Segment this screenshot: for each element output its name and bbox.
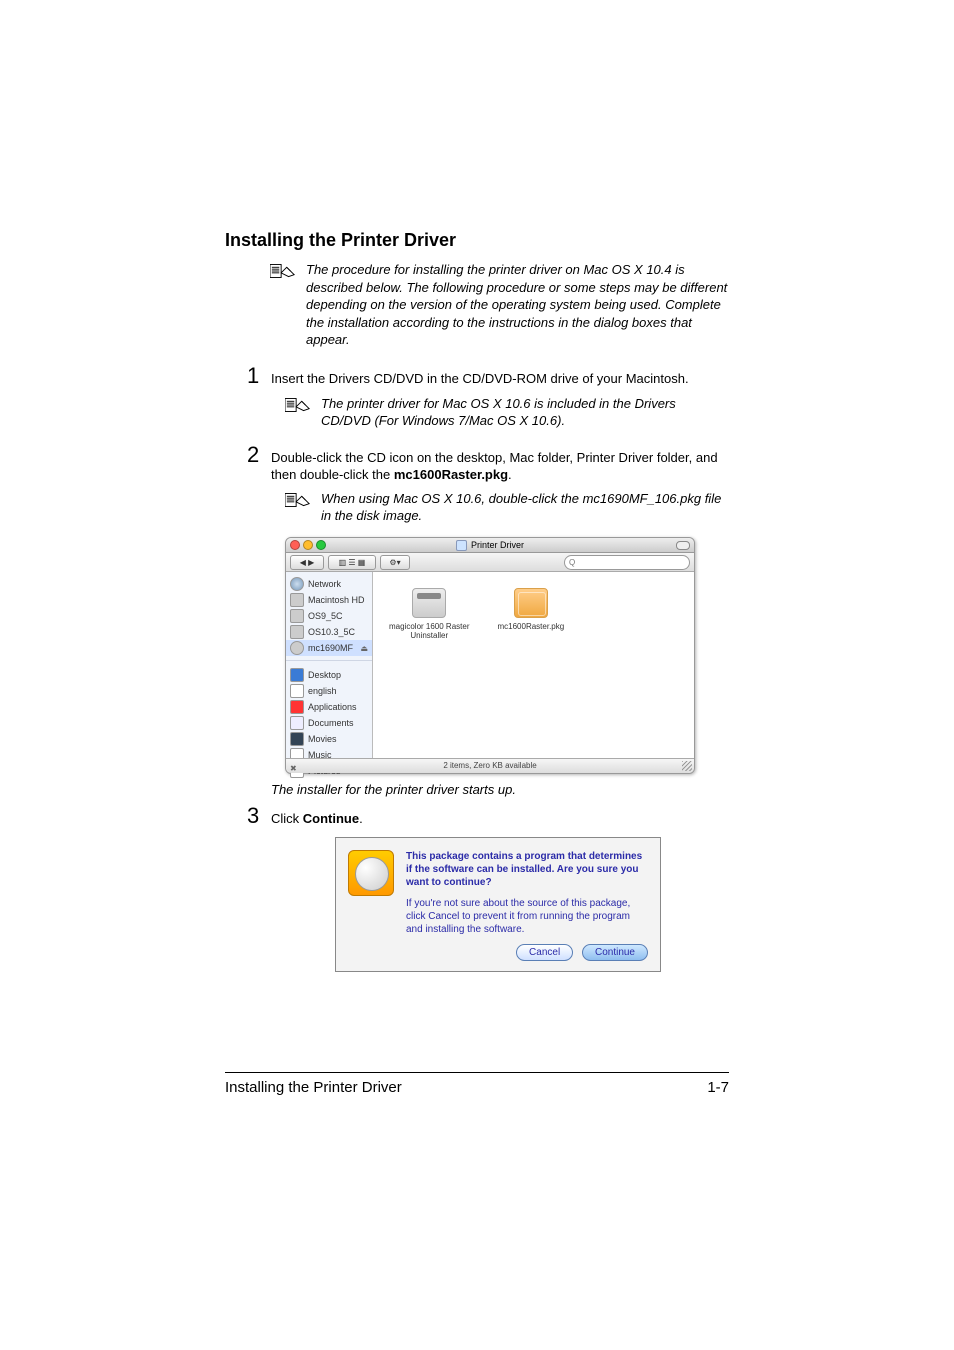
resize-grip-icon — [682, 761, 692, 771]
note-block: When using Mac OS X 10.6, double-click t… — [285, 490, 729, 525]
dialog-body: If you're not sure about the source of t… — [406, 897, 648, 936]
continue-button: Continue — [582, 944, 648, 961]
search-field: Q — [564, 555, 690, 570]
file-label: magicolor 1600 Raster — [389, 622, 469, 631]
sidebar-item: OS9_5C — [286, 608, 372, 624]
sidebar-item: english — [286, 683, 372, 699]
close-icon — [290, 540, 300, 550]
page-footer: Installing the Printer Driver 1-7 — [225, 1079, 729, 1096]
step-1: 1 Insert the Drivers CD/DVD in the CD/DV… — [247, 363, 729, 389]
applications-icon — [290, 700, 304, 714]
status-bar: ✖ 2 items, Zero KB available — [286, 758, 694, 773]
dialog-title: This package contains a program that det… — [406, 850, 648, 889]
view-switcher: ▥ ☰ ▦ — [328, 555, 376, 570]
step-text: Click Continue. — [271, 803, 363, 828]
window-title: Printer Driver — [456, 540, 524, 550]
note-text: The procedure for installing the printer… — [306, 261, 729, 349]
text: . — [508, 467, 512, 482]
eject-icon: ⏏ — [360, 644, 368, 653]
status-left-icon: ✖ — [290, 762, 297, 776]
sidebar-item: Network — [286, 576, 372, 592]
note-block: The printer driver for Mac OS X 10.6 is … — [285, 395, 729, 430]
file-label: Uninstaller — [389, 631, 469, 640]
step-2: 2 Double-click the CD icon on the deskto… — [247, 442, 729, 484]
status-text: 2 items, Zero KB available — [443, 761, 536, 770]
sidebar-item-selected: mc1690MF⏏ — [286, 640, 372, 656]
installer-dialog-figure: This package contains a program that det… — [335, 837, 661, 972]
finder-sidebar: Network Macintosh HD OS9_5C OS10.3_5C mc… — [286, 572, 373, 758]
sidebar-item: Movies — [286, 731, 372, 747]
note-icon — [285, 397, 311, 418]
home-icon — [290, 684, 304, 698]
note-text: The printer driver for Mac OS X 10.6 is … — [321, 395, 729, 430]
file-label: mc1600Raster.pkg — [497, 622, 564, 631]
globe-icon — [290, 577, 304, 591]
button-reference: Continue — [303, 811, 359, 826]
step-number: 1 — [247, 363, 271, 389]
step-text: Double-click the CD icon on the desktop,… — [271, 442, 729, 484]
disk-icon — [290, 593, 304, 607]
toolbar-toggle-icon — [676, 541, 690, 550]
divider — [286, 660, 372, 667]
step-number: 3 — [247, 803, 271, 829]
uninstaller-icon — [412, 588, 446, 618]
note-icon — [285, 492, 311, 513]
action-menu: ⚙▾ — [380, 555, 410, 570]
sidebar-item: Applications — [286, 699, 372, 715]
step-number: 2 — [247, 442, 271, 468]
file-item: mc1600Raster.pkg — [497, 588, 564, 742]
sidebar-item: Desktop — [286, 667, 372, 683]
footer-section-title: Installing the Printer Driver — [225, 1079, 402, 1096]
note-text: When using Mac OS X 10.6, double-click t… — [321, 490, 729, 525]
finder-window-figure: Printer Driver ◀ ▶ ▥ ☰ ▦ ⚙▾ Q Network Ma… — [285, 537, 695, 774]
package-icon — [514, 588, 548, 618]
desktop-icon — [290, 668, 304, 682]
step-text: Insert the Drivers CD/DVD in the CD/DVD-… — [271, 363, 689, 388]
finder-toolbar: ◀ ▶ ▥ ☰ ▦ ⚙▾ Q — [286, 553, 694, 572]
text: . — [359, 811, 363, 826]
caption: The installer for the printer driver sta… — [271, 782, 729, 797]
file-item: magicolor 1600 Raster Uninstaller — [389, 588, 469, 742]
nav-back-forward: ◀ ▶ — [290, 555, 324, 570]
text: Click — [271, 811, 303, 826]
window-titlebar: Printer Driver — [286, 538, 694, 553]
footer-rule — [225, 1072, 729, 1073]
disk-icon — [290, 625, 304, 639]
page-number: 1-7 — [707, 1079, 729, 1096]
package-name: mc1600Raster.pkg — [394, 467, 508, 482]
sidebar-item: Macintosh HD — [286, 592, 372, 608]
note-block: The procedure for installing the printer… — [270, 261, 729, 349]
sidebar-item: OS10.3_5C — [286, 624, 372, 640]
zoom-icon — [316, 540, 326, 550]
minimize-icon — [303, 540, 313, 550]
step-3: 3 Click Continue. — [247, 803, 729, 829]
cancel-button: Cancel — [516, 944, 573, 961]
sidebar-item: Documents — [286, 715, 372, 731]
disc-icon — [290, 641, 304, 655]
section-heading: Installing the Printer Driver — [225, 230, 729, 251]
installer-package-icon — [348, 850, 394, 896]
note-icon — [270, 263, 296, 284]
movies-icon — [290, 732, 304, 746]
documents-icon — [290, 716, 304, 730]
finder-content: magicolor 1600 Raster Uninstaller mc1600… — [373, 572, 694, 758]
disk-icon — [290, 609, 304, 623]
